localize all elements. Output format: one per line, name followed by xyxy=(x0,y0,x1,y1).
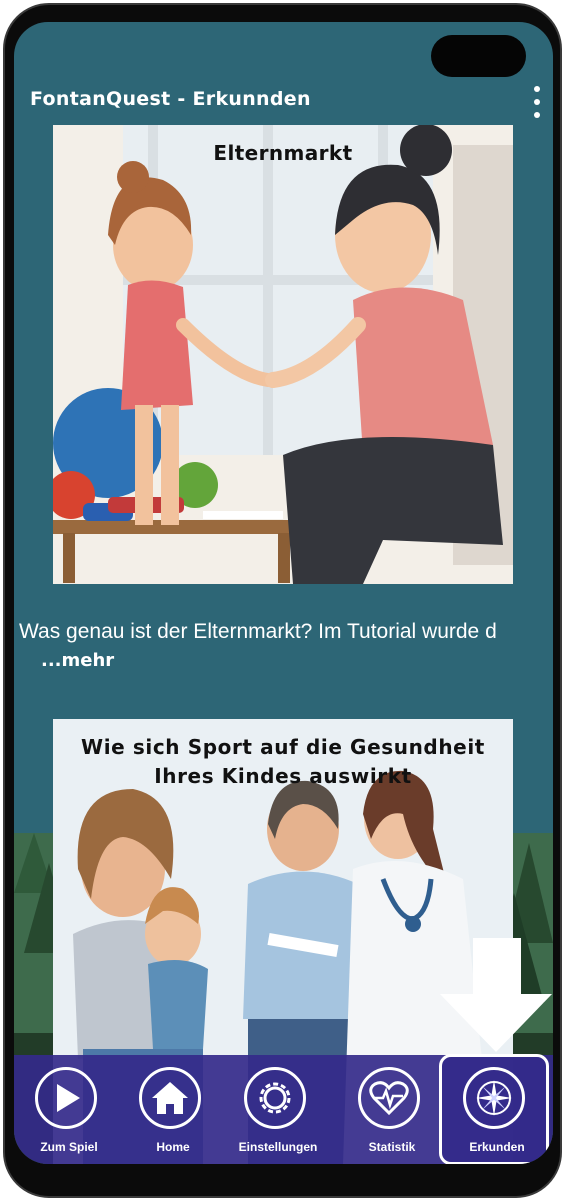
nav-zum-spiel[interactable]: Zum Spiel xyxy=(21,1067,117,1163)
gear-icon xyxy=(244,1067,306,1129)
more-link[interactable]: ...mehr xyxy=(41,650,114,671)
nav-einstellungen[interactable]: Einstellungen xyxy=(230,1067,326,1163)
nav-label: Home xyxy=(156,1140,190,1154)
phone-shell: FontanQuest - Erkunnden Elternmarkt Was … xyxy=(0,0,567,1203)
nav-statistik[interactable]: Statistik xyxy=(344,1067,440,1163)
play-icon xyxy=(35,1067,97,1129)
article-image-parent-child xyxy=(53,125,513,584)
nav-label: Erkunden xyxy=(469,1140,525,1154)
card-title: Elternmarkt xyxy=(213,141,353,165)
article-card-elternmarkt[interactable]: Elternmarkt xyxy=(53,125,513,584)
app-screen: FontanQuest - Erkunnden Elternmarkt Was … xyxy=(14,22,553,1164)
arrow-down-icon xyxy=(440,938,552,1052)
camera-cutout xyxy=(431,35,526,77)
card-description: Was genau ist der Elternmarkt? Im Tutori… xyxy=(19,618,509,675)
app-title: FontanQuest - Erkunnden xyxy=(30,88,311,110)
overflow-menu-icon[interactable] xyxy=(531,86,543,118)
heart-pulse-icon xyxy=(358,1067,420,1129)
home-icon xyxy=(139,1067,201,1129)
nav-label: Einstellungen xyxy=(238,1140,318,1154)
card-description-text: Was genau ist der Elternmarkt? Im Tutori… xyxy=(19,620,497,643)
card-title: Wie sich Sport auf die Gesundheit Ihres … xyxy=(81,735,485,788)
nav-label: Statistik xyxy=(368,1140,416,1154)
nav-erkunden[interactable]: Erkunden xyxy=(449,1067,545,1163)
nav-label: Zum Spiel xyxy=(40,1140,98,1154)
compass-icon xyxy=(463,1067,525,1129)
nav-home[interactable]: Home xyxy=(125,1067,221,1163)
